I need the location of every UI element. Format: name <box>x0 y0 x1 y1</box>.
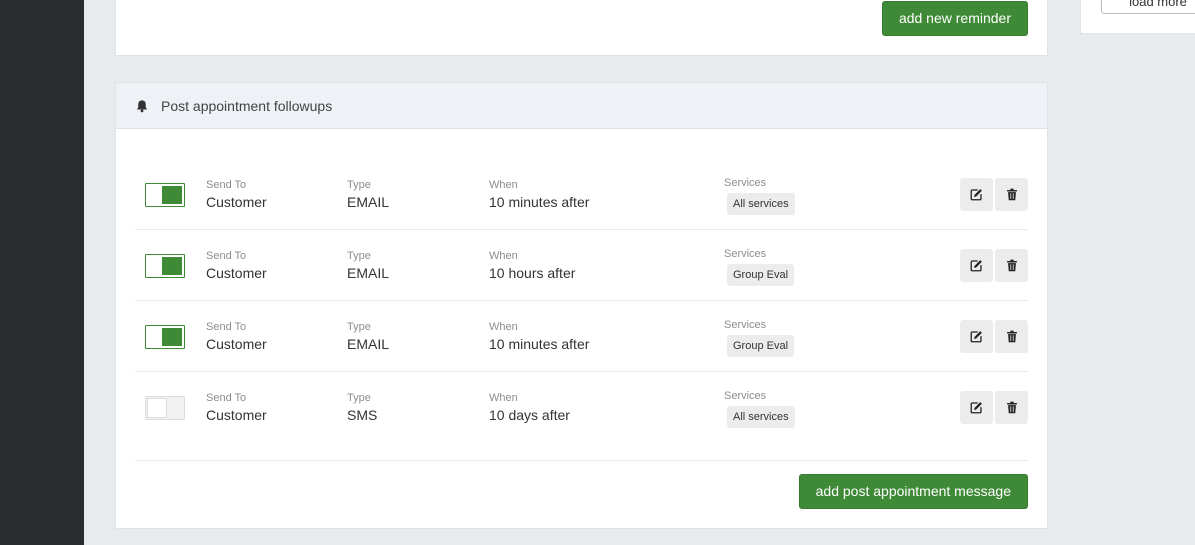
type-label: Type <box>347 250 371 262</box>
enabled-toggle[interactable] <box>145 183 185 207</box>
enabled-toggle[interactable] <box>145 254 185 278</box>
send-to-value: Customer <box>206 194 267 210</box>
services-label: Services <box>724 248 767 260</box>
edit-button[interactable] <box>960 249 993 282</box>
type-label: Type <box>347 392 371 404</box>
edit-button[interactable] <box>960 320 993 353</box>
left-sidebar <box>0 0 84 545</box>
type-value: SMS <box>347 407 378 423</box>
edit-button[interactable] <box>960 178 993 211</box>
when-label: When <box>489 321 518 333</box>
followup-row: Send To Customer Type EMAIL When 10 hour… <box>135 230 1028 301</box>
add-post-appointment-message-button[interactable]: add post appointment message <box>798 474 1028 509</box>
type-label: Type <box>347 321 371 333</box>
edit-icon <box>970 402 982 414</box>
type-value: EMAIL <box>347 336 390 352</box>
send-to-label: Send To <box>206 250 247 262</box>
services-label: Services <box>724 319 767 331</box>
trash-icon <box>1006 259 1017 272</box>
service-badge: All services <box>727 193 795 215</box>
trash-icon <box>1006 330 1017 343</box>
edit-button[interactable] <box>960 391 993 424</box>
send-to-label: Send To <box>206 392 247 404</box>
followup-list: Send To Customer Type EMAIL When 10 minu… <box>135 159 1028 443</box>
bell-icon <box>137 99 147 112</box>
add-new-reminder-button[interactable]: add new reminder <box>881 1 1028 36</box>
type-label: Type <box>347 179 371 191</box>
send-to-label: Send To <box>206 179 247 191</box>
delete-button[interactable] <box>995 391 1028 424</box>
service-badge: Group Eval <box>727 335 795 357</box>
enabled-toggle[interactable] <box>145 325 185 349</box>
load-more-button[interactable]: load more <box>1101 0 1195 14</box>
enabled-toggle[interactable] <box>145 396 185 420</box>
when-label: When <box>489 179 518 191</box>
services-label: Services <box>724 177 767 189</box>
send-to-value: Customer <box>206 265 267 281</box>
reminders-card: add new reminder <box>115 0 1048 56</box>
edit-icon <box>970 189 982 201</box>
right-panel: load more <box>1080 0 1195 34</box>
type-value: EMAIL <box>347 265 390 281</box>
delete-button[interactable] <box>995 320 1028 353</box>
send-to-label: Send To <box>206 321 247 333</box>
services-label: Services <box>724 390 767 402</box>
trash-icon <box>1006 188 1017 201</box>
when-label: When <box>489 392 518 404</box>
service-badge: Group Eval <box>727 264 795 286</box>
divider <box>135 460 1028 461</box>
when-value: 10 minutes after <box>489 336 590 352</box>
edit-icon <box>970 260 982 272</box>
send-to-value: Customer <box>206 407 267 423</box>
post-appointment-followups-card: Post appointment followups Send To Custo… <box>115 82 1048 529</box>
send-to-value: Customer <box>206 336 267 352</box>
type-value: EMAIL <box>347 194 390 210</box>
card-header: Post appointment followups <box>116 83 1047 129</box>
followup-row: Send To Customer Type SMS When 10 days a… <box>135 372 1028 443</box>
edit-icon <box>970 331 982 343</box>
when-value: 10 hours after <box>489 265 576 281</box>
card-title: Post appointment followups <box>161 97 333 114</box>
followup-row: Send To Customer Type EMAIL When 10 minu… <box>135 301 1028 372</box>
trash-icon <box>1006 401 1017 414</box>
when-value: 10 minutes after <box>489 194 590 210</box>
delete-button[interactable] <box>995 249 1028 282</box>
when-label: When <box>489 250 518 262</box>
when-value: 10 days after <box>489 407 570 423</box>
followup-row: Send To Customer Type EMAIL When 10 minu… <box>135 159 1028 230</box>
delete-button[interactable] <box>995 178 1028 211</box>
service-badge: All services <box>727 406 795 428</box>
